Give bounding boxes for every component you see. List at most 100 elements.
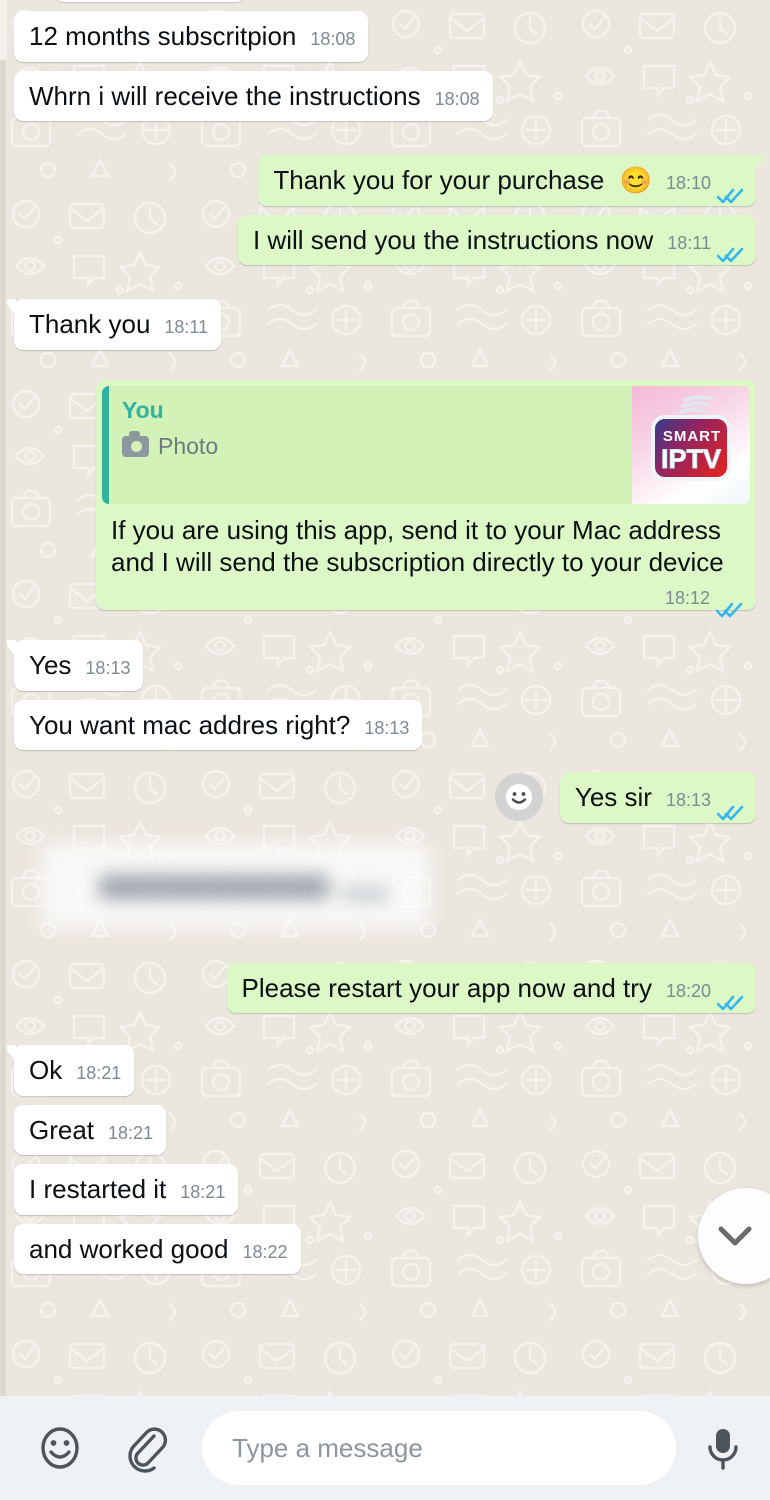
whatsapp-chat-screen: 12 months subscritpion 18:08 Whrn i will… [0, 0, 770, 1500]
read-receipt-double-check-icon [715, 593, 743, 618]
message-time: 18:11 [164, 317, 209, 337]
message-text: Whrn i will receive the instructions [29, 80, 421, 111]
message-row: You want mac addres right? 18:13 [14, 699, 756, 750]
quote-kind-label: Photo [158, 433, 219, 460]
message-time: 18:21 [180, 1182, 226, 1202]
message-bubble-outgoing[interactable]: I will send you the instructions now 18:… [237, 214, 756, 265]
message-row-redacted [14, 842, 756, 929]
message-bubble-incoming[interactable]: Whrn i will receive the instructions 18:… [14, 70, 493, 121]
smiley-face-icon [41, 1427, 79, 1469]
message-text: Great [29, 1114, 95, 1145]
message-time: 18:08 [434, 88, 480, 109]
message-text: Ok [29, 1055, 63, 1085]
message-meta: 18:20 [665, 980, 744, 1011]
message-time: 18:21 [76, 1063, 122, 1083]
attach-button[interactable] [120, 1422, 172, 1474]
message-row: I will send you the instructions now 18:… [14, 214, 756, 265]
paperclip-icon [128, 1427, 168, 1473]
scroll-edge[interactable] [0, 60, 7, 1396]
message-meta: 18:08 [435, 88, 480, 111]
quote-author: You [122, 396, 164, 423]
message-text: Thank you for your purchase [273, 165, 605, 195]
message-time: 18:11 [667, 232, 711, 253]
message-emoji: 😊 [619, 165, 652, 195]
svg-text:IPTV: IPTV [661, 444, 721, 474]
message-text: I will send you the instructions now [252, 224, 654, 255]
quote-accent-bar [102, 385, 109, 504]
message-text: Thank you [29, 309, 151, 339]
message-bubble-outgoing[interactable]: Thank you for your purchase 😊 18:10 [258, 155, 767, 206]
message-row-clipped [14, 0, 756, 2]
smart-iptv-logo-icon: SMART IPTV [651, 395, 731, 481]
message-input-field[interactable]: Type a message [202, 1411, 676, 1485]
message-input-placeholder: Type a message [232, 1432, 423, 1463]
message-row: Please restart your app now and try 18:2… [14, 962, 756, 1013]
emoji-picker-button[interactable] [34, 1422, 86, 1474]
message-meta: 18:11 [667, 232, 744, 263]
message-time: 18:20 [665, 980, 711, 1001]
message-time: 18:10 [665, 173, 711, 193]
message-row: I restarted it 18:21 [14, 1164, 756, 1215]
message-text: If you are using this app, send it to yo… [111, 514, 729, 578]
message-meta: 18:13 [85, 657, 130, 680]
message-row: Ok 18:21 [2, 1045, 756, 1096]
message-bubble-incoming[interactable]: You want mac addres right? 18:13 [14, 699, 423, 750]
read-receipt-double-check-icon [716, 796, 744, 820]
message-bubble-incoming[interactable]: I restarted it 18:21 [14, 1164, 239, 1215]
message-bubble-incoming[interactable]: and worked good 18:22 [14, 1223, 301, 1274]
message-row: You Photo SMART IPTV If you are using th… [14, 379, 756, 618]
message-time: 18:08 [310, 29, 356, 49]
clipped-bubble [55, 0, 245, 2]
quoted-photo-thumbnail[interactable]: SMART IPTV [632, 385, 750, 504]
message-time: 18:13 [85, 658, 131, 678]
scroll-edge-top [0, 0, 7, 60]
message-text: Please restart your app now and try [241, 972, 652, 1003]
message-meta: 18:21 [180, 1181, 225, 1204]
message-text: I restarted it [29, 1174, 167, 1204]
message-bubble-incoming[interactable]: Great 18:21 [14, 1104, 167, 1155]
message-text: You want mac addres right? [29, 709, 351, 740]
message-meta: 18:21 [76, 1062, 121, 1085]
read-receipt-double-check-icon [716, 179, 744, 203]
message-time: 18:13 [364, 717, 410, 738]
message-text: Yes [29, 650, 72, 680]
read-receipt-double-check-icon [716, 986, 744, 1011]
message-row: Yes 18:13 [2, 640, 756, 691]
camera-icon [122, 431, 149, 458]
quoted-message[interactable]: You Photo SMART IPTV [102, 385, 750, 504]
message-text: and worked good [29, 1233, 229, 1264]
message-bubble-incoming[interactable]: 12 months subscritpion 18:08 [14, 11, 369, 62]
microphone-icon [708, 1429, 738, 1470]
chevron-down-icon [718, 1226, 752, 1246]
message-bubble-incoming[interactable]: Yes 18:13 [2, 640, 144, 691]
message-meta: 18:22 [242, 1241, 287, 1264]
voice-record-button[interactable] [698, 1422, 748, 1474]
message-meta: 18:08 [310, 28, 355, 51]
message-row: and worked good 18:22 [14, 1223, 756, 1274]
svg-text:SMART: SMART [663, 428, 721, 445]
message-meta: 18:11 [164, 316, 208, 339]
chat-message-list[interactable]: 12 months subscritpion 18:08 Whrn i will… [0, 0, 770, 1396]
message-bubble-incoming[interactable]: Thank you 18:11 [2, 299, 222, 350]
redacted-message-bubble [41, 842, 431, 929]
message-meta: 18:13 [364, 717, 409, 740]
message-meta: 18:21 [108, 1122, 153, 1145]
message-row: 12 months subscritpion 18:08 [14, 11, 756, 62]
message-composer: Type a message [0, 1396, 770, 1500]
message-time: 18:22 [242, 1241, 288, 1262]
message-bubble-incoming[interactable]: Ok 18:21 [2, 1045, 135, 1096]
message-bubble-outgoing[interactable]: Please restart your app now and try 18:2… [226, 962, 756, 1013]
message-meta: 18:12 [664, 587, 743, 618]
message-time: 18:12 [664, 587, 710, 608]
message-bubble-outgoing-quoted[interactable]: You Photo SMART IPTV If you are using th… [96, 379, 756, 618]
message-text: 12 months subscritpion [29, 21, 297, 51]
message-time: 18:13 [665, 790, 711, 810]
message-row: Great 18:21 [14, 1104, 756, 1155]
message-row: Yes sir 18:13 [14, 772, 756, 823]
smiley-face-icon[interactable] [494, 773, 543, 822]
message-bubble-outgoing[interactable]: Yes sir 18:13 [559, 772, 756, 823]
message-row: Thank you 18:11 [2, 299, 756, 350]
read-receipt-double-check-icon [716, 238, 744, 263]
message-row: Thank you for your purchase 😊 18:10 [14, 155, 767, 206]
message-row: Whrn i will receive the instructions 18:… [14, 70, 756, 121]
